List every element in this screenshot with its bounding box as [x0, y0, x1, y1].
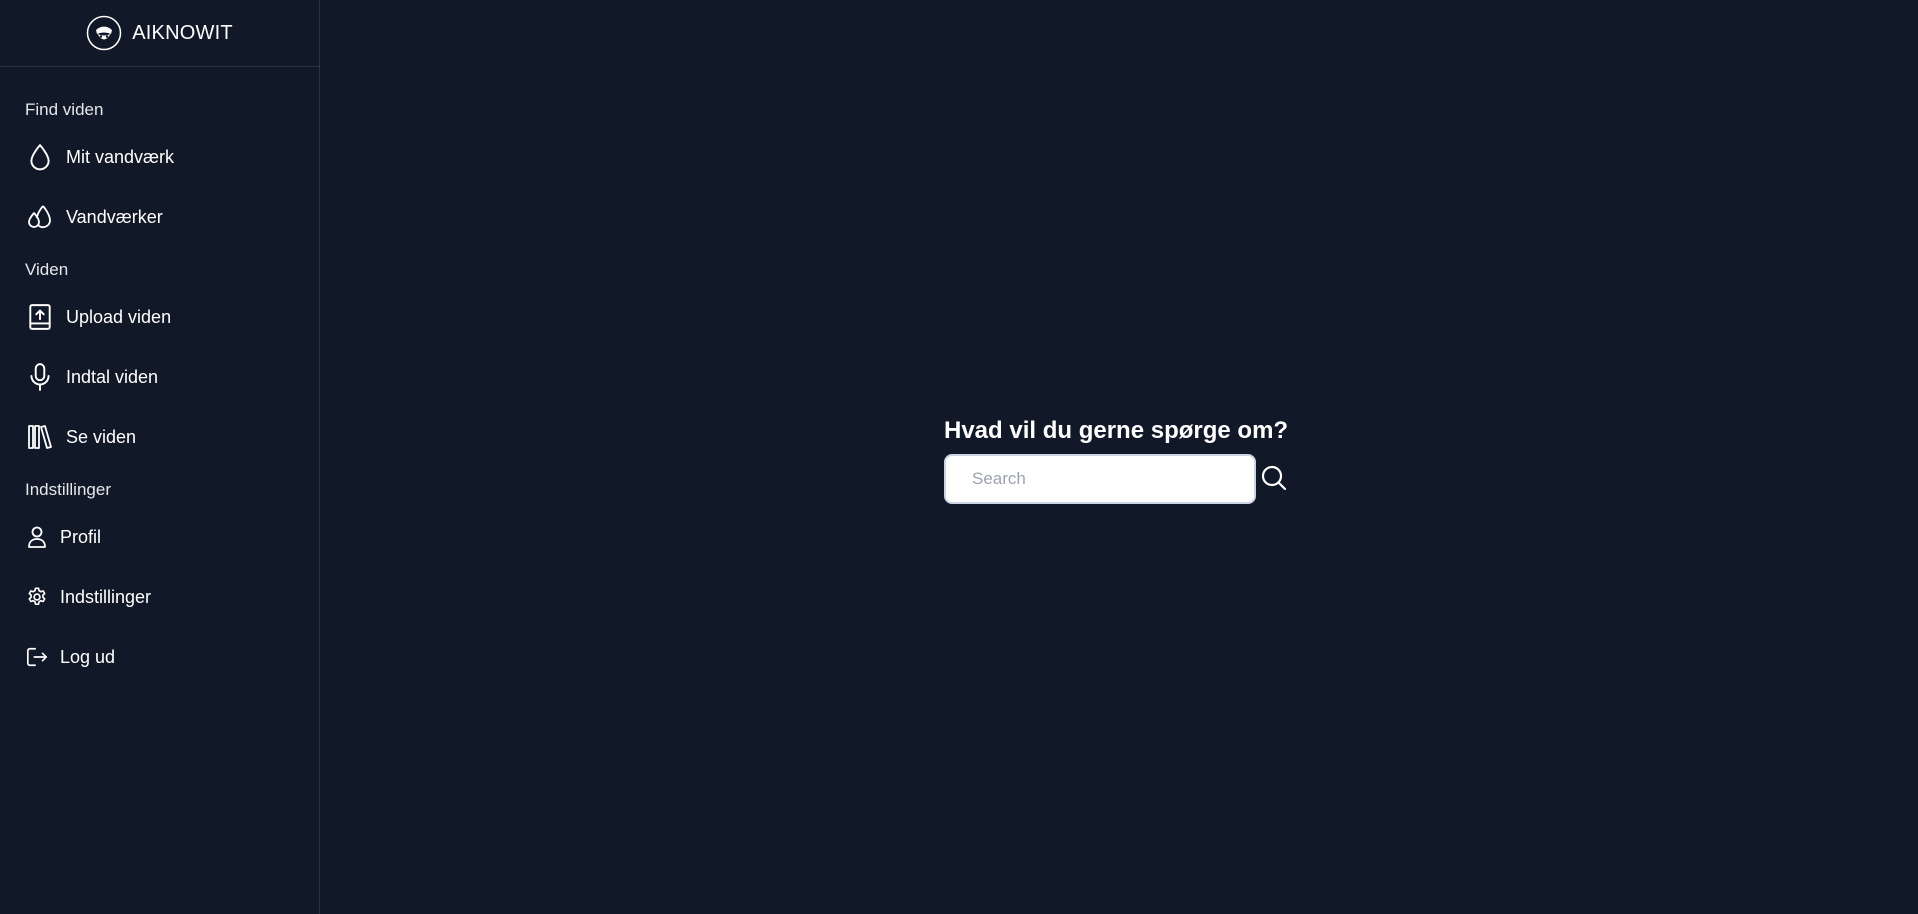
- droplets-icon: [26, 203, 54, 231]
- brand-name: AIKNOWIT: [132, 21, 233, 44]
- sidebar-item-log-ud[interactable]: Log ud: [0, 627, 319, 687]
- section-label-indstillinger: Indstillinger: [25, 480, 111, 499]
- sidebar-item-label: Se viden: [66, 426, 137, 447]
- sidebar-item-label: Log ud: [60, 646, 116, 667]
- sidebar-item-label: Vandværker: [66, 206, 163, 227]
- sidebar-item-label: Profil: [60, 526, 102, 547]
- search-input[interactable]: [944, 454, 1256, 504]
- sidebar-item-profil[interactable]: Profil: [0, 507, 319, 567]
- microphone-icon: [26, 363, 54, 391]
- sidebar-item-label: Mit vandværk: [66, 146, 175, 167]
- search-icon: [1260, 464, 1288, 495]
- gear-icon: [26, 583, 48, 611]
- app-root: AIKNOWIT Find viden Mit vandværk Vandvær…: [0, 0, 1918, 914]
- section-label-find-viden: Find viden: [25, 100, 104, 119]
- user-icon: [26, 523, 48, 551]
- sidebar-item-vandvaerker[interactable]: Vandværker: [0, 187, 319, 247]
- sidebar-item-mit-vandvaerk[interactable]: Mit vandværk: [0, 127, 319, 187]
- ask-panel: Hvad vil du gerne spørge om?: [944, 414, 1290, 504]
- sidebar-item-label: Upload viden: [66, 306, 172, 327]
- search-row: [944, 454, 1290, 504]
- brand-logo-icon: [86, 15, 122, 51]
- sidebar-item-label: Indstillinger: [60, 586, 152, 607]
- search-button[interactable]: [1258, 463, 1290, 495]
- sidebar: AIKNOWIT Find viden Mit vandværk Vandvær…: [0, 0, 320, 914]
- droplet-icon: [26, 143, 54, 171]
- sidebar-item-upload-viden[interactable]: Upload viden: [0, 287, 319, 347]
- upload-book-icon: [26, 303, 54, 331]
- brand-header[interactable]: AIKNOWIT: [0, 0, 319, 67]
- logout-icon: [26, 643, 48, 671]
- sidebar-item-se-viden[interactable]: Se viden: [0, 407, 319, 467]
- section-label-viden: Viden: [25, 260, 69, 279]
- sidebar-item-indstillinger[interactable]: Indstillinger: [0, 567, 319, 627]
- library-icon: [26, 423, 54, 451]
- sidebar-item-indtal-viden[interactable]: Indtal viden: [0, 347, 319, 407]
- question-heading: Hvad vil du gerne spørge om?: [944, 417, 1289, 444]
- main-content: Hvad vil du gerne spørge om?: [320, 0, 1918, 914]
- sidebar-nav: Find viden Mit vandværk Vandværker Viden…: [0, 67, 319, 687]
- sidebar-item-label: Indtal viden: [66, 366, 159, 387]
